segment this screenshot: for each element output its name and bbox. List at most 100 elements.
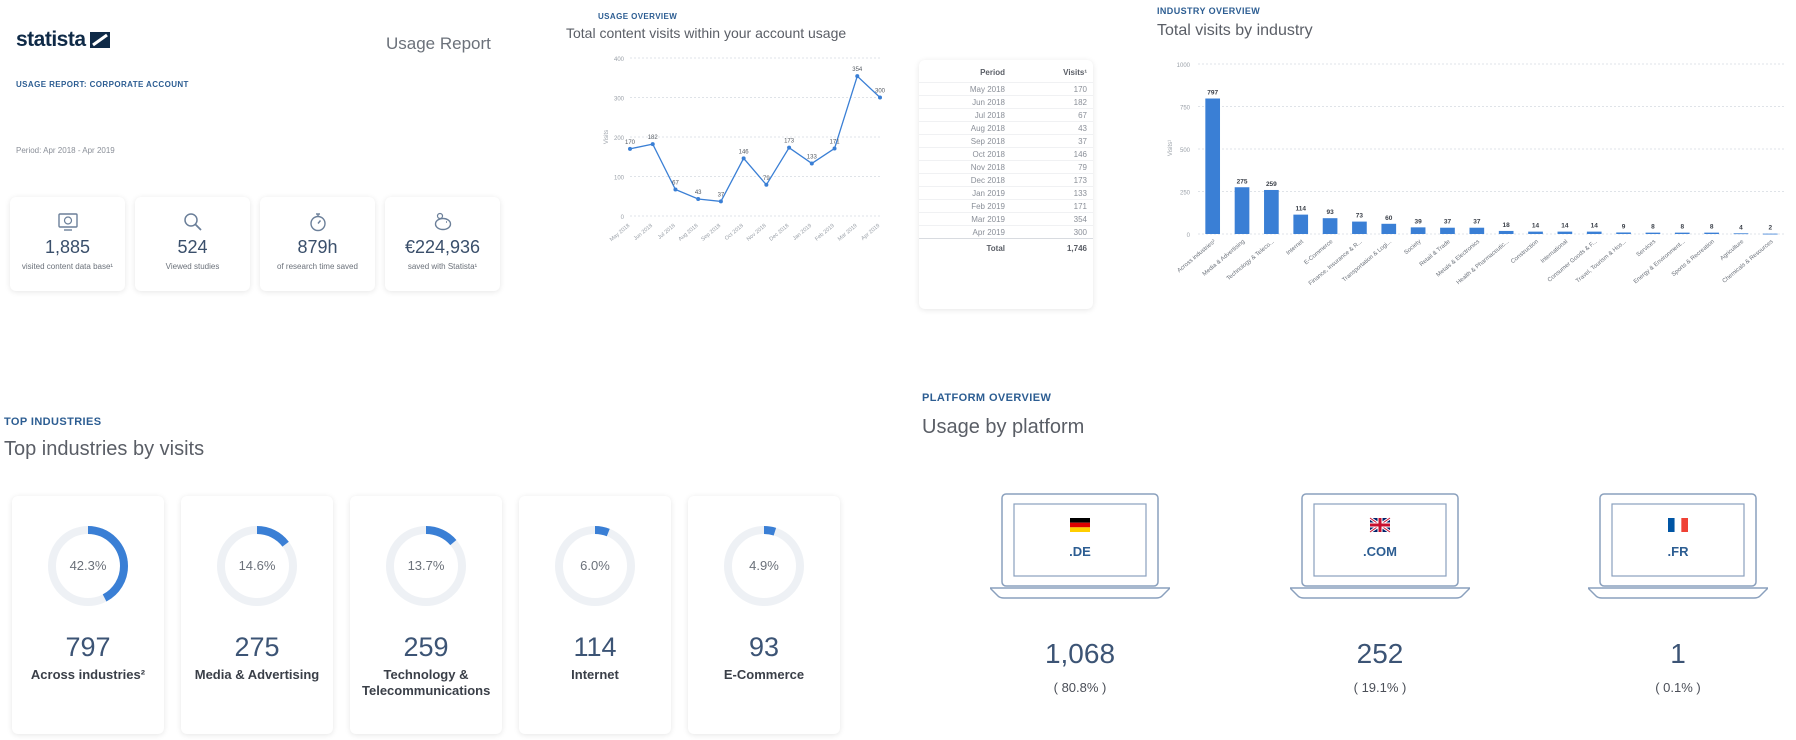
x-tick-label: Aug 2018 bbox=[678, 223, 700, 243]
data-label: 300 bbox=[875, 89, 886, 95]
table-cell-period: Dec 2018 bbox=[970, 176, 1005, 185]
table-cell-period: Oct 2018 bbox=[972, 150, 1005, 159]
table-cell-period: May 2018 bbox=[969, 85, 1005, 94]
x-tick-label: Health & Pharmaceutic... bbox=[1456, 239, 1511, 286]
industry-card: 42.3% 797 Across industries² bbox=[12, 496, 164, 734]
table-row: May 2018 170 bbox=[919, 82, 1093, 95]
kpi-value: 879h bbox=[297, 237, 338, 257]
bar bbox=[1352, 221, 1367, 234]
kpi-value: 1,885 bbox=[44, 237, 91, 257]
data-label: 259 bbox=[1266, 181, 1277, 188]
usage-heading: Total content visits within your account… bbox=[566, 25, 847, 41]
table-row: Dec 2018 173 bbox=[919, 173, 1093, 186]
table-row: Apr 2019 300 bbox=[919, 225, 1093, 238]
x-tick-label: Energy & Environment... bbox=[1633, 239, 1687, 286]
data-point bbox=[878, 95, 882, 100]
x-tick-label: Society bbox=[1403, 239, 1422, 256]
x-tick-label: Nov 2018 bbox=[746, 223, 768, 243]
x-tick-label: E-Commerce bbox=[1303, 239, 1334, 267]
kpi-value: 524 bbox=[177, 237, 208, 257]
kpi-card-saved: €224,936 saved with Statista¹ bbox=[385, 197, 500, 291]
x-tick-label: Chemicals & Resources bbox=[1722, 239, 1775, 285]
x-tick-label: May 2018 bbox=[609, 223, 631, 243]
kpi-label: saved with Statista¹ bbox=[407, 262, 478, 271]
table-body: May 2018 170 Jun 2018 182 Jul 2018 67 Aug 2018… bbox=[919, 82, 1093, 238]
donut-chart: 14.6% bbox=[217, 526, 297, 606]
donut-chart: 13.7% bbox=[386, 526, 466, 606]
bar bbox=[1410, 227, 1426, 234]
table-total-label: Total bbox=[986, 244, 1005, 253]
x-tick-label: Travel, Tourism & Hos... bbox=[1575, 239, 1628, 285]
donut-percent: 14.6% bbox=[239, 558, 276, 573]
platform-domain: .COM bbox=[1363, 544, 1397, 559]
visits-line-chart: 0 100 200 300 400 Visits 170 May 2018 182 Jun 201… bbox=[604, 57, 886, 243]
data-label: 354 bbox=[852, 67, 863, 73]
table-row: Feb 2019 171 bbox=[919, 199, 1093, 212]
data-point bbox=[764, 182, 769, 187]
data-label: 14 bbox=[1532, 223, 1540, 230]
uk-flag-icon bbox=[1369, 516, 1391, 534]
data-point bbox=[696, 197, 701, 202]
bar bbox=[1674, 232, 1690, 234]
report-title: Usage Report bbox=[386, 34, 491, 53]
bar bbox=[1762, 233, 1778, 235]
kpi-label: Viewed studies bbox=[165, 262, 220, 271]
table-cell-period: Nov 2018 bbox=[970, 163, 1005, 172]
donut-chart: 42.3% bbox=[48, 526, 128, 606]
x-tick-label: Agriculture bbox=[1719, 239, 1745, 262]
table-cell-visits: 173 bbox=[1073, 176, 1087, 185]
data-label: 170 bbox=[625, 140, 636, 146]
data-label: 114 bbox=[1295, 206, 1306, 213]
table-row: Nov 2018 79 bbox=[919, 160, 1093, 173]
data-label: 4 bbox=[1739, 224, 1743, 231]
table-cell-visits: 146 bbox=[1073, 150, 1087, 159]
industry-value: 114 bbox=[573, 632, 617, 662]
y-tick-label: 200 bbox=[614, 136, 625, 142]
usage-eyebrow: USAGE OVERVIEW bbox=[598, 12, 678, 21]
data-label: 171 bbox=[830, 139, 841, 145]
bar bbox=[1322, 218, 1338, 234]
data-point bbox=[832, 146, 837, 151]
bar bbox=[1264, 189, 1279, 234]
bar bbox=[1616, 232, 1631, 234]
statista-logo: statista bbox=[16, 28, 110, 52]
table-header-row: Period Visits¹ bbox=[919, 64, 1093, 82]
x-tick-label: International bbox=[1540, 239, 1569, 265]
industry-card: 4.9% 93 E-Commerce bbox=[688, 496, 840, 734]
table-row: Aug 2018 43 bbox=[919, 121, 1093, 134]
x-tick-label: Jan 2019 bbox=[792, 223, 813, 242]
data-point bbox=[673, 187, 678, 192]
bar bbox=[1645, 232, 1661, 234]
table-cell-visits: 354 bbox=[1073, 215, 1087, 224]
y-tick-label: 1000 bbox=[1177, 63, 1191, 69]
platform-value: 1,068 bbox=[1044, 638, 1116, 669]
bar bbox=[1381, 223, 1397, 234]
table-row: Sep 2018 37 bbox=[919, 134, 1093, 147]
data-label: 37 bbox=[718, 192, 725, 198]
bar bbox=[1733, 233, 1749, 235]
table-cell-period: Sep 2018 bbox=[970, 137, 1005, 146]
table-cell-visits: 79 bbox=[1078, 163, 1087, 172]
statista-mark-icon bbox=[89, 32, 110, 48]
y-axis-label: Visits bbox=[604, 130, 610, 144]
data-label: 797 bbox=[1207, 90, 1218, 97]
data-label: 2 bbox=[1769, 225, 1773, 232]
bar bbox=[1293, 214, 1309, 234]
industry-card: 13.7% 259 Technology & Telecommunications bbox=[350, 496, 502, 734]
data-label: 133 bbox=[807, 154, 818, 160]
table-total-row: Total 1,746 bbox=[919, 238, 1093, 258]
table-row: Jun 2018 182 bbox=[919, 95, 1093, 108]
industry-bar-chart: 02505007501000Visits¹797Across industrie… bbox=[1168, 63, 1785, 287]
donut-percent: 13.7% bbox=[408, 558, 445, 573]
french-flag-icon bbox=[1668, 518, 1688, 532]
kpi-card-viewed: 524 Viewed studies bbox=[135, 197, 250, 291]
data-point bbox=[718, 199, 723, 204]
y-tick-label: 100 bbox=[614, 176, 625, 182]
table-cell-period: Apr 2019 bbox=[972, 228, 1005, 237]
platform-heading: Usage by platform bbox=[922, 416, 1085, 438]
bar bbox=[1528, 231, 1543, 234]
table-cell-visits: 170 bbox=[1073, 85, 1087, 94]
laptop-icon: .FR bbox=[1588, 493, 1768, 599]
report-subtitle: USAGE REPORT: CORPORATE ACCOUNT bbox=[16, 80, 189, 89]
table-cell-visits: 67 bbox=[1078, 111, 1087, 120]
